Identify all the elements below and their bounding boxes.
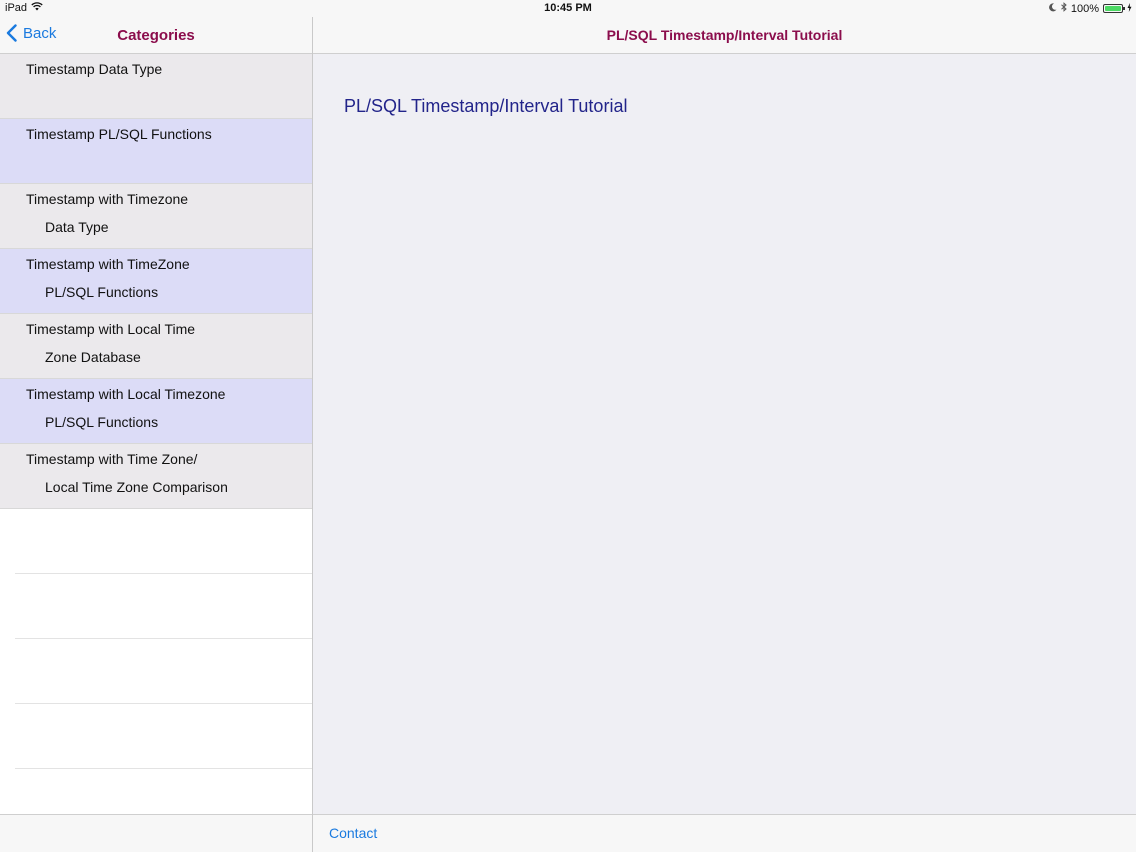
category-item-sublabel: PL/SQL Functions (45, 284, 159, 300)
detail-heading: PL/SQL Timestamp/Interval Tutorial (344, 96, 628, 116)
category-item-timestamp-ltz-functions[interactable]: Timestamp with Local Timezone PL/SQL Fun… (0, 379, 312, 444)
category-item-label: Timestamp with Local Time (26, 321, 196, 337)
category-item-sublabel: PL/SQL Functions (45, 414, 159, 430)
category-item-timestamp-data-type[interactable]: Timestamp Data Type (0, 54, 312, 119)
category-item-label: Timestamp Data Type (26, 61, 163, 77)
category-item-timestamp-ltz-database[interactable]: Timestamp with Local Time Zone Database (0, 314, 312, 379)
category-item-timestamp-tz-functions[interactable]: Timestamp with TimeZone PL/SQL Functions (0, 249, 312, 314)
contact-button[interactable]: Contact (329, 825, 377, 841)
category-item-label: Timestamp with Local Timezone (26, 386, 226, 402)
empty-list-row (15, 509, 312, 574)
moon-icon (1048, 2, 1057, 15)
sidebar-nav-bar: Back Categories (0, 17, 312, 54)
detail-pane: PL/SQL Timestamp/Interval Tutorial PL/SQ… (313, 17, 1136, 852)
category-item-timestamp-tz-data-type[interactable]: Timestamp with Timezone Data Type (0, 184, 312, 249)
battery-fill (1105, 6, 1121, 11)
battery-percent: 100% (1070, 2, 1099, 15)
sidebar-toolbar (0, 814, 312, 852)
category-list: Timestamp Data Type Timestamp PL/SQL Fun… (0, 54, 312, 769)
category-item-label: Timestamp with Time Zone/ (26, 451, 198, 467)
status-right: 100% (1048, 2, 1132, 15)
sidebar-title: Categories (117, 27, 195, 44)
category-item-timestamp-plsql-functions[interactable]: Timestamp PL/SQL Functions (0, 119, 312, 184)
category-item-sublabel: Data Type (45, 219, 109, 235)
sidebar: Back Categories Timestamp Data Type Time… (0, 17, 312, 852)
detail-nav-bar: PL/SQL Timestamp/Interval Tutorial (313, 17, 1136, 54)
category-item-sublabel: Zone Database (45, 349, 141, 365)
empty-list-row (15, 704, 312, 769)
category-item-label: Timestamp with Timezone (26, 191, 189, 207)
category-item-label: Timestamp PL/SQL Functions (26, 126, 212, 142)
empty-list-row (15, 639, 312, 704)
status-time: 10:45 PM (544, 2, 592, 14)
category-item-label: Timestamp with TimeZone (26, 256, 190, 272)
category-item-tz-ltz-comparison[interactable]: Timestamp with Time Zone/ Local Time Zon… (0, 444, 312, 509)
bluetooth-icon (1061, 2, 1067, 15)
empty-list-row (15, 574, 312, 639)
detail-toolbar: Contact (313, 814, 1136, 852)
charging-icon (1127, 2, 1132, 15)
status-bar: iPad 10:45 PM 100% (0, 0, 1136, 17)
detail-nav-title: PL/SQL Timestamp/Interval Tutorial (606, 27, 843, 43)
category-item-sublabel: Local Time Zone Comparison (45, 479, 228, 495)
battery-icon (1103, 4, 1125, 13)
